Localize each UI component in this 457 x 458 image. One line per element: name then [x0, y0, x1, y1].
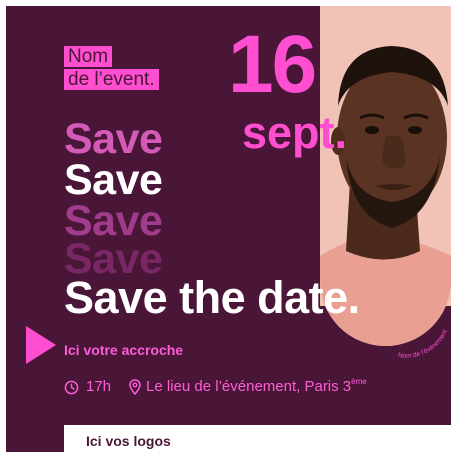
- event-details: 17h Le lieu de l’événement, Paris 3ème: [64, 378, 367, 396]
- event-location: Le lieu de l’événement, Paris 3ème: [146, 378, 367, 396]
- location-pin-icon: [129, 379, 141, 395]
- logos-bar: Ici vos logos: [64, 425, 451, 452]
- logos-label: Ici vos logos: [86, 433, 171, 449]
- save-word-2: Save: [64, 156, 163, 204]
- svg-text:Nom de l’événement: Nom de l’événement: [398, 329, 449, 360]
- headline: Save the date.: [64, 272, 360, 323]
- event-name-line2: de l’event.: [64, 69, 159, 90]
- save-the-date-card: Nom de l’event. 16 sept. Save Save Save …: [6, 6, 451, 452]
- play-triangle-icon: [26, 326, 56, 364]
- tagline: Ici votre accroche: [64, 342, 184, 358]
- clock-icon: [64, 380, 79, 394]
- event-name-line1: Nom: [64, 46, 113, 67]
- event-location-text: Le lieu de l’événement, Paris 3: [146, 378, 352, 395]
- date-day: 16: [228, 19, 317, 110]
- save-word-1: Save: [64, 115, 163, 163]
- circular-text: Nom de l’événement: [398, 329, 449, 360]
- event-location-sup: ème: [351, 377, 367, 386]
- event-time: 17h: [86, 378, 112, 395]
- date-month: sept.: [242, 107, 348, 158]
- circular-event-label: Nom de l’événement: [398, 329, 449, 360]
